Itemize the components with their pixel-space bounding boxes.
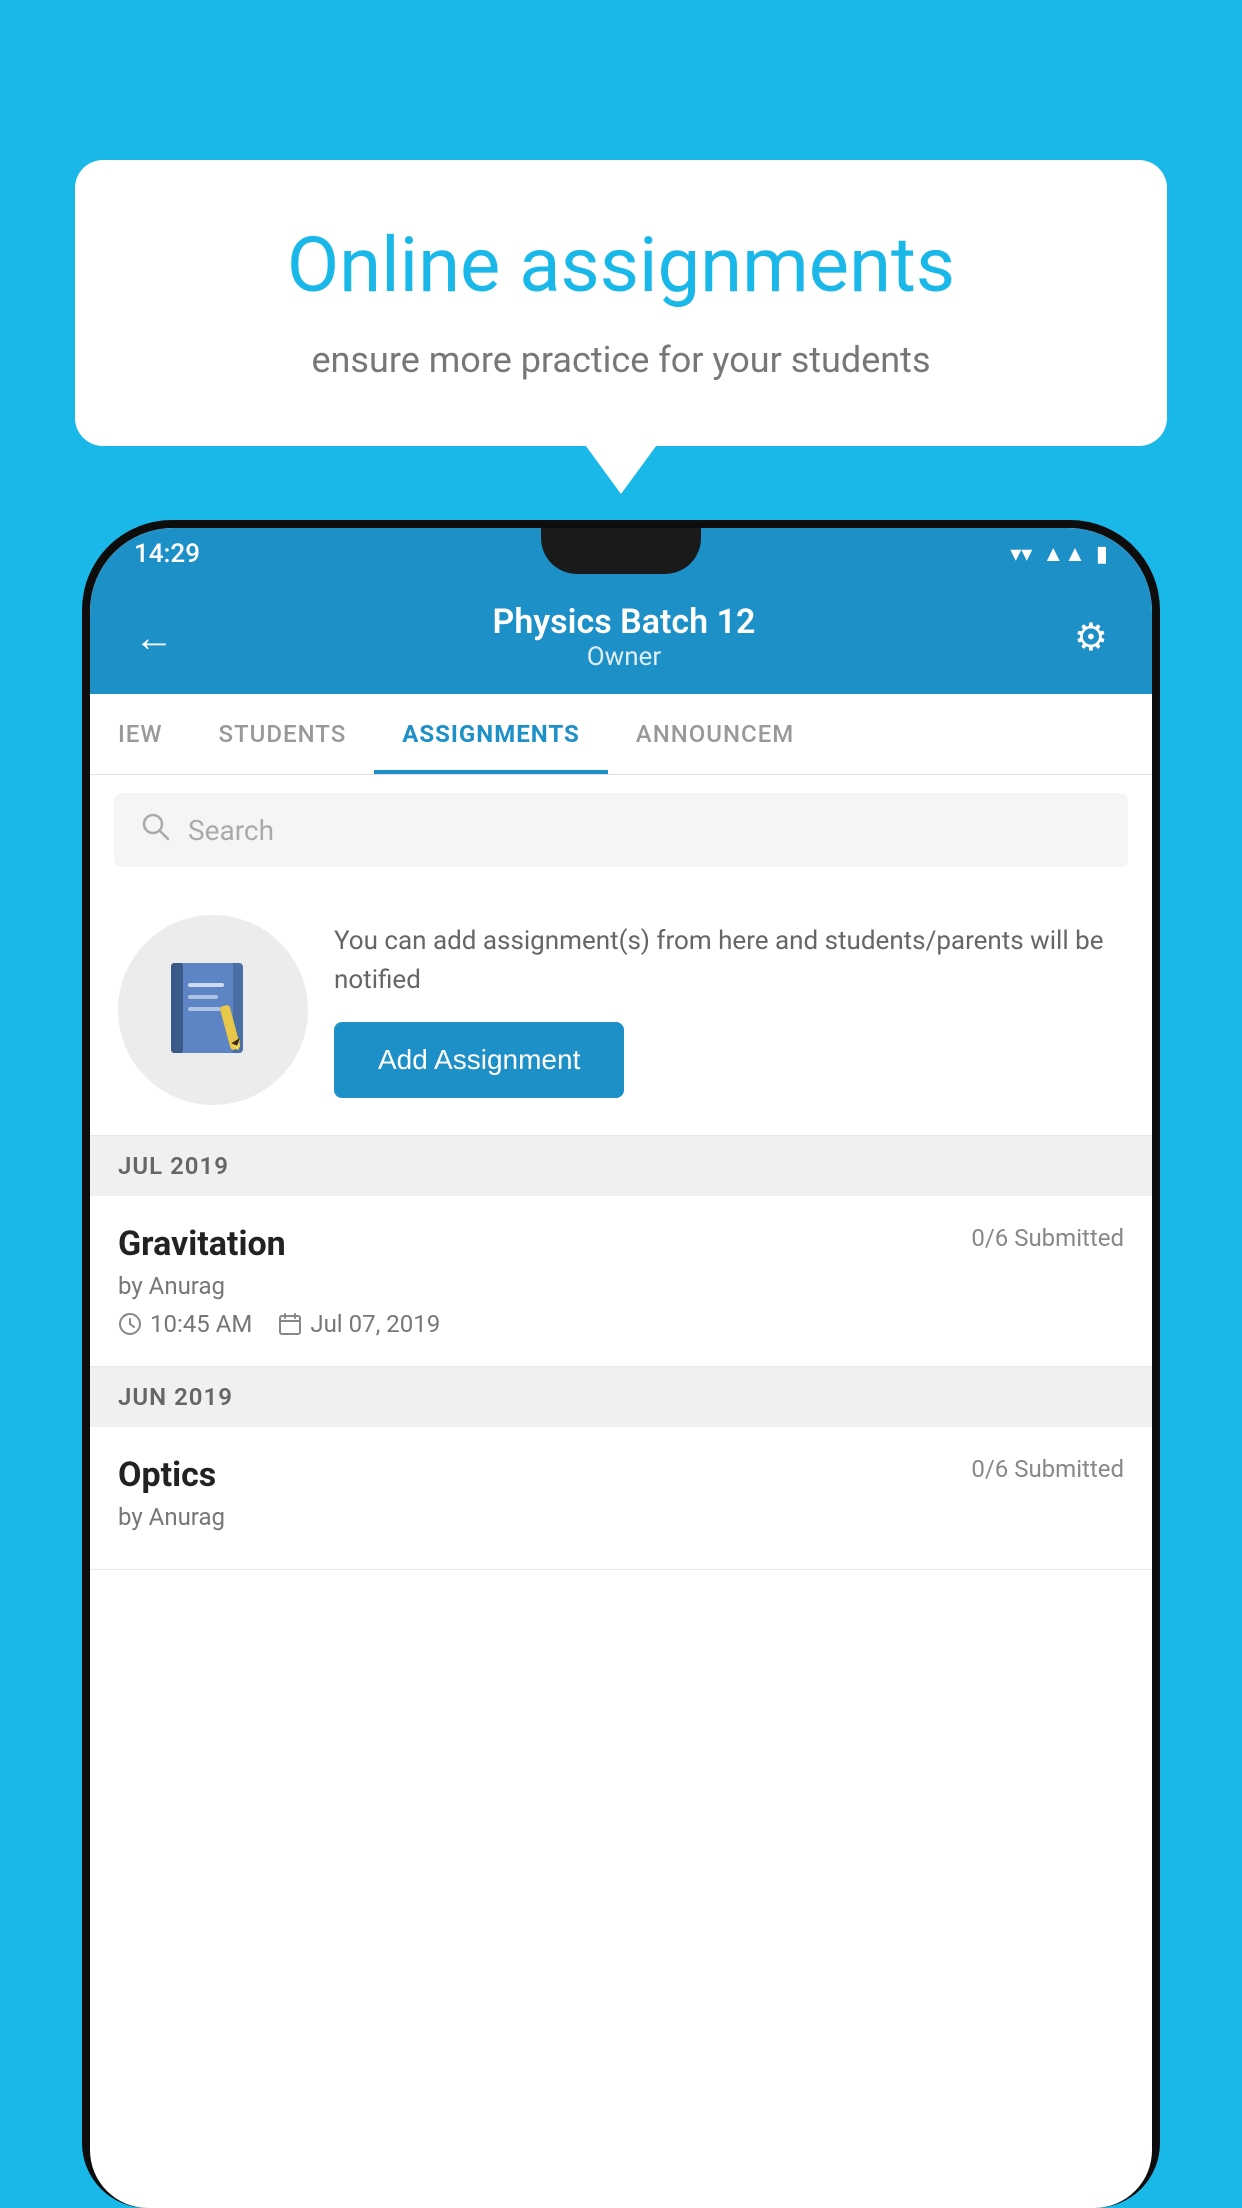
assignment-author-optics: by Anurag: [118, 1503, 1124, 1531]
phone-screen: 14:29 ▾▾ ▲▲ ▮ ← Physics Batch 12 Owner ⚙…: [90, 528, 1152, 2208]
prompt-content: You can add assignment(s) from here and …: [334, 922, 1124, 1098]
submitted-count-optics: 0/6 Submitted: [971, 1455, 1124, 1483]
speech-bubble-container: Online assignments ensure more practice …: [75, 160, 1167, 446]
assignment-date-gravitation: Jul 07, 2019: [310, 1310, 440, 1338]
assignment-time-gravitation: 10:45 AM: [150, 1310, 252, 1338]
tabs-bar: IEW STUDENTS ASSIGNMENTS ANNOUNCEM: [90, 694, 1152, 775]
prompt-text: You can add assignment(s) from here and …: [334, 922, 1124, 1000]
phone-notch: [541, 528, 701, 574]
status-time: 14:29: [134, 539, 200, 569]
assignment-name-optics: Optics: [118, 1455, 216, 1495]
section-header-jun-label: JUN 2019: [118, 1383, 233, 1411]
tab-students[interactable]: STUDENTS: [190, 694, 374, 774]
header-title-group: Physics Batch 12 Owner: [493, 602, 756, 672]
assignment-item-optics[interactable]: Optics 0/6 Submitted by Anurag: [90, 1427, 1152, 1570]
settings-icon[interactable]: ⚙: [1074, 615, 1108, 660]
app-header: ← Physics Batch 12 Owner ⚙: [90, 580, 1152, 694]
battery-icon: ▮: [1096, 542, 1108, 567]
assignment-row-top-optics: Optics 0/6 Submitted: [118, 1455, 1124, 1495]
header-subtitle: Owner: [493, 642, 756, 672]
calendar-icon: [278, 1312, 302, 1336]
clock-icon: [118, 1312, 142, 1336]
assignment-icon-circle: [118, 915, 308, 1105]
section-header-jul-label: JUL 2019: [118, 1152, 229, 1180]
back-button[interactable]: ←: [134, 614, 174, 661]
signal-icon: ▲▲: [1042, 541, 1086, 567]
tab-assignments[interactable]: ASSIGNMENTS: [374, 694, 608, 774]
section-header-jun: JUN 2019: [90, 1367, 1152, 1427]
speech-bubble: Online assignments ensure more practice …: [75, 160, 1167, 446]
phone-screen-wrapper: 14:29 ▾▾ ▲▲ ▮ ← Physics Batch 12 Owner ⚙…: [90, 528, 1152, 2208]
prompt-section: You can add assignment(s) from here and …: [90, 885, 1152, 1136]
search-icon: [140, 811, 170, 849]
assignment-name-gravitation: Gravitation: [118, 1224, 286, 1264]
status-icons: ▾▾ ▲▲ ▮: [1010, 541, 1108, 567]
section-header-jul: JUL 2019: [90, 1136, 1152, 1196]
assignment-notebook-icon: [163, 955, 263, 1065]
assignment-item-gravitation[interactable]: Gravitation 0/6 Submitted by Anurag 10:4…: [90, 1196, 1152, 1367]
search-bar[interactable]: Search: [114, 793, 1128, 867]
submitted-count-gravitation: 0/6 Submitted: [971, 1224, 1124, 1252]
tab-announcements[interactable]: ANNOUNCEM: [608, 694, 822, 774]
assignment-meta-gravitation: 10:45 AM Jul 07, 2019: [118, 1310, 1124, 1338]
search-container: Search: [90, 775, 1152, 885]
tab-iew[interactable]: IEW: [90, 694, 190, 774]
assignment-row-top: Gravitation 0/6 Submitted: [118, 1224, 1124, 1264]
assignment-author-gravitation: by Anurag: [118, 1272, 1124, 1300]
bubble-title: Online assignments: [145, 220, 1097, 311]
header-title: Physics Batch 12: [493, 602, 756, 642]
add-assignment-button[interactable]: Add Assignment: [334, 1022, 624, 1098]
meta-date-gravitation: Jul 07, 2019: [278, 1310, 440, 1338]
wifi-icon: ▾▾: [1010, 542, 1032, 567]
bubble-subtitle: ensure more practice for your students: [145, 335, 1097, 385]
search-input-placeholder: Search: [188, 814, 274, 847]
meta-time-gravitation: 10:45 AM: [118, 1310, 252, 1338]
